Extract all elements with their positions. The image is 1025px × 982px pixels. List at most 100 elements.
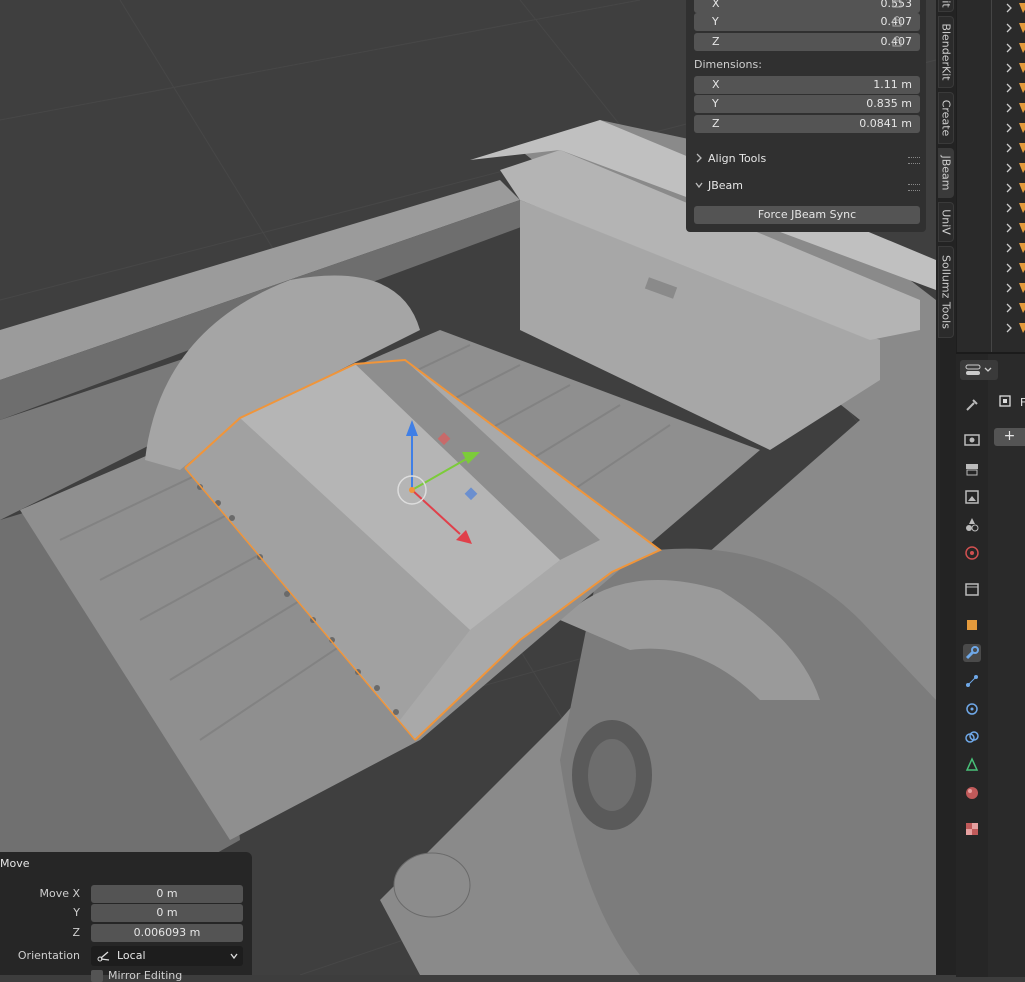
object-icon — [1019, 103, 1025, 113]
object-icon — [1019, 283, 1025, 293]
move-y-field[interactable]: 0 m — [91, 904, 243, 922]
operator-title[interactable]: Move — [0, 857, 30, 870]
chevron-right-icon[interactable] — [1005, 302, 1013, 314]
object-icon — [1019, 163, 1025, 173]
lock-icon[interactable] — [890, 0, 904, 8]
chevron-right-icon[interactable] — [1005, 322, 1013, 334]
outliner-row[interactable] — [957, 318, 1025, 338]
dimension-z-field[interactable]: Z 0.0841 m — [694, 115, 920, 133]
scale-x-field[interactable]: X 0.553 — [694, 0, 920, 13]
orientation-dropdown[interactable]: Local — [91, 946, 243, 966]
outliner-row[interactable] — [957, 258, 1025, 278]
editor-type-button[interactable] — [960, 360, 998, 380]
tab-blenderkit[interactable]: BlenderKit — [938, 16, 954, 88]
output-icon[interactable] — [963, 460, 981, 478]
material-icon[interactable] — [963, 784, 981, 802]
properties-tab-strip — [956, 354, 998, 977]
chevron-down-icon — [695, 182, 703, 189]
chevron-right-icon[interactable] — [1005, 2, 1013, 14]
align-tools-header[interactable]: Align Tools — [688, 148, 924, 170]
outliner-row[interactable] — [957, 178, 1025, 198]
mirror-editing-checkbox[interactable] — [91, 970, 103, 982]
chevron-right-icon[interactable] — [1005, 22, 1013, 34]
drag-grip-icon[interactable] — [908, 184, 920, 191]
jbeam-header[interactable]: JBeam — [688, 175, 924, 197]
chevron-right-icon[interactable] — [1005, 262, 1013, 274]
chevron-right-icon[interactable] — [1005, 202, 1013, 214]
drag-grip-icon[interactable] — [908, 157, 920, 164]
editor-type-icon — [965, 364, 992, 375]
sidebar-tabs: it BlenderKit Create JBeam UniV Sollumz … — [936, 0, 956, 975]
object-icon — [1019, 303, 1025, 313]
object-properties-icon[interactable] — [963, 616, 981, 634]
chevron-right-icon[interactable] — [1005, 62, 1013, 74]
add-modifier-button[interactable]: + — [994, 428, 1025, 446]
particles-icon[interactable] — [963, 672, 981, 690]
move-z-field[interactable]: 0.006093 m — [91, 924, 243, 942]
move-y-label: Y — [73, 906, 80, 919]
chevron-right-icon[interactable] — [1005, 242, 1013, 254]
texture-icon[interactable] — [963, 820, 981, 838]
chevron-right-icon[interactable] — [1005, 102, 1013, 114]
scene-icon[interactable] — [963, 516, 981, 534]
world-icon[interactable] — [963, 544, 981, 562]
outliner-row[interactable] — [957, 98, 1025, 118]
collection-icon[interactable] — [963, 580, 981, 598]
outliner-row[interactable] — [957, 278, 1025, 298]
tab-jbeam[interactable]: JBeam — [938, 148, 954, 198]
tab-clipped[interactable]: it — [938, 0, 954, 12]
view-layer-icon[interactable] — [963, 488, 981, 506]
orientation-local-icon — [97, 951, 110, 962]
chevron-right-icon[interactable] — [1005, 182, 1013, 194]
scale-z-field[interactable]: Z 0.407 — [694, 33, 920, 51]
chevron-right-icon[interactable] — [1005, 82, 1013, 94]
object-icon — [1019, 143, 1025, 153]
object-icon — [1019, 223, 1025, 233]
outliner-row[interactable] — [957, 118, 1025, 138]
chevron-right-icon[interactable] — [1005, 162, 1013, 174]
object-icon — [1019, 63, 1025, 73]
orientation-label: Orientation — [17, 949, 80, 962]
physics-icon[interactable] — [963, 700, 981, 718]
outliner-row[interactable] — [957, 238, 1025, 258]
constraints-icon[interactable] — [963, 728, 981, 746]
outliner-row[interactable] — [957, 78, 1025, 98]
tab-univ[interactable]: UniV — [938, 202, 954, 242]
outliner[interactable] — [956, 0, 1025, 352]
lock-icon[interactable] — [890, 35, 904, 47]
chevron-right-icon[interactable] — [1005, 142, 1013, 154]
tab-create[interactable]: Create — [938, 92, 954, 144]
outliner-row[interactable] — [957, 198, 1025, 218]
object-icon — [1019, 43, 1025, 53]
object-icon — [1019, 123, 1025, 133]
lock-icon[interactable] — [890, 15, 904, 27]
outliner-row[interactable] — [957, 158, 1025, 178]
properties-editor: F + — [956, 352, 1025, 977]
dimension-x-field[interactable]: X 1.11 m — [694, 76, 920, 94]
dimensions-label: Dimensions: — [694, 58, 762, 71]
outliner-row[interactable] — [957, 138, 1025, 158]
tab-sollumz-tools[interactable]: Sollumz Tools — [938, 246, 954, 338]
chevron-right-icon[interactable] — [1005, 222, 1013, 234]
object-icon — [1019, 323, 1025, 333]
object-icon — [1019, 23, 1025, 33]
move-x-field[interactable]: 0 m — [91, 885, 243, 903]
adjust-last-operation-panel: Move Move X 0 m Y 0 m Z 0.006093 m Orien… — [0, 852, 252, 982]
data-mesh-icon[interactable] — [963, 756, 981, 774]
outliner-row[interactable] — [957, 0, 1025, 18]
object-icon — [1019, 263, 1025, 273]
outliner-row[interactable] — [957, 18, 1025, 38]
chevron-right-icon[interactable] — [1005, 42, 1013, 54]
outliner-row[interactable] — [957, 298, 1025, 318]
outliner-row[interactable] — [957, 218, 1025, 238]
outliner-row[interactable] — [957, 38, 1025, 58]
chevron-right-icon[interactable] — [1005, 282, 1013, 294]
dimension-y-field[interactable]: Y 0.835 m — [694, 95, 920, 113]
force-jbeam-sync-button[interactable]: Force JBeam Sync — [694, 206, 920, 224]
render-icon[interactable] — [963, 430, 981, 448]
modifier-wrench-icon[interactable] — [963, 644, 981, 662]
chevron-right-icon[interactable] — [1005, 122, 1013, 134]
outliner-row[interactable] — [957, 58, 1025, 78]
tool-icon[interactable] — [963, 396, 981, 414]
scale-y-field[interactable]: Y 0.407 — [694, 13, 920, 31]
